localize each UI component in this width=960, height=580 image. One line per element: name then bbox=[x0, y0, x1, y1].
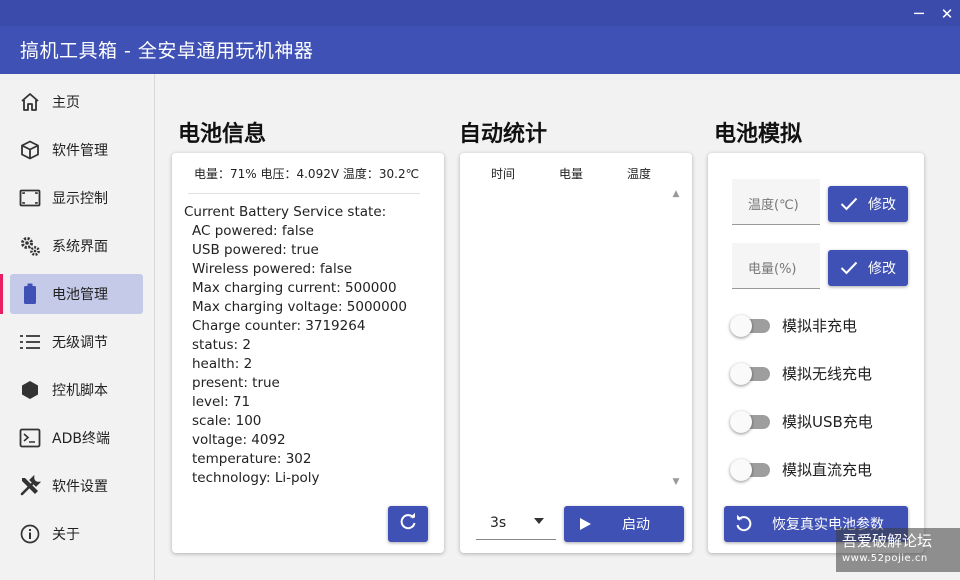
sidebar-item-scripts[interactable]: 控机脚本 bbox=[10, 370, 143, 410]
minimize-button[interactable]: ─ bbox=[906, 4, 932, 24]
modify-level-button[interactable]: 修改 bbox=[828, 250, 908, 286]
toggle-switch[interactable] bbox=[730, 363, 770, 385]
summary-divider bbox=[188, 193, 420, 194]
toggle-usb-charging[interactable]: 模拟USB充电 bbox=[730, 407, 873, 435]
sidebar-item-label: 无级调节 bbox=[52, 335, 108, 351]
app-title: 搞机工具箱 - 全安卓通用玩机神器 bbox=[20, 40, 314, 62]
sidebar-item-label: 软件设置 bbox=[52, 479, 108, 495]
level-field[interactable]: 电量(%) bbox=[732, 243, 820, 289]
column-header-time: 时间 bbox=[491, 167, 516, 181]
sidebar-item-label: 控机脚本 bbox=[52, 383, 108, 399]
battery-summary: 电量：71% 电压：4.092V 温度：30.2℃ bbox=[194, 167, 420, 181]
watermark-url: www.52pojie.cn bbox=[842, 553, 928, 564]
state-line: Max charging voltage: 5000000 bbox=[192, 299, 407, 315]
state-line: present: true bbox=[192, 375, 280, 391]
state-line: Current Battery Service state: bbox=[184, 204, 387, 220]
close-button[interactable]: ✕ bbox=[934, 4, 960, 24]
state-line: Max charging current: 500000 bbox=[192, 280, 397, 296]
sidebar-item-label: 显示控制 bbox=[52, 191, 108, 207]
sidebar-item-home[interactable]: 主页 bbox=[10, 82, 143, 122]
battery-info-card: 电量：71% 电压：4.092V 温度：30.2℃ Current Batter… bbox=[172, 153, 444, 553]
state-line: Charge counter: 3719264 bbox=[192, 318, 366, 334]
temperature-field[interactable]: 温度(℃) bbox=[732, 179, 820, 225]
state-line: technology: Li-poly bbox=[192, 470, 320, 486]
scroll-down-arrow[interactable]: ▼ bbox=[670, 477, 682, 487]
toggle-dc-charging[interactable]: 模拟直流充电 bbox=[730, 455, 872, 483]
screen-icon bbox=[19, 187, 41, 209]
check-icon bbox=[840, 261, 858, 275]
refresh-button[interactable] bbox=[388, 506, 428, 542]
sidebar-item-label: 主页 bbox=[52, 95, 80, 111]
toggle-label: 模拟USB充电 bbox=[782, 412, 873, 431]
modify-label: 修改 bbox=[868, 261, 896, 277]
list-icon bbox=[19, 331, 41, 353]
state-line: temperature: 302 bbox=[192, 451, 312, 467]
info-icon bbox=[19, 523, 41, 545]
toggle-label: 模拟直流充电 bbox=[782, 460, 873, 479]
start-button-label: 启动 bbox=[622, 517, 650, 533]
sidebar: 主页 软件管理 显示控制 系统界面 电池管理 无级调节 控机脚本 ADB终端 软… bbox=[0, 74, 155, 580]
watermark-text: 吾爱破解论坛 bbox=[842, 532, 933, 550]
toggle-not-charging[interactable]: 模拟非充电 bbox=[730, 311, 857, 339]
level-placeholder: 电量(%) bbox=[748, 262, 797, 277]
column-header-temperature: 温度 bbox=[627, 167, 652, 181]
sidebar-item-system-ui[interactable]: 系统界面 bbox=[10, 226, 143, 266]
battery-info-heading: 电池信息 bbox=[178, 122, 267, 147]
battery-icon bbox=[19, 283, 41, 305]
toggle-switch[interactable] bbox=[730, 315, 770, 337]
terminal-icon bbox=[19, 427, 41, 449]
sidebar-item-settings[interactable]: 软件设置 bbox=[10, 466, 143, 506]
sidebar-item-stepless[interactable]: 无级调节 bbox=[10, 322, 143, 362]
start-button[interactable]: 启动 bbox=[564, 506, 684, 542]
toggle-wireless-charging[interactable]: 模拟无线充电 bbox=[730, 359, 872, 387]
restore-icon bbox=[734, 514, 754, 534]
sidebar-item-about[interactable]: 关于 bbox=[10, 514, 143, 554]
sidebar-item-label: 系统界面 bbox=[52, 239, 108, 255]
interval-select[interactable]: 3s bbox=[476, 506, 556, 540]
state-line: health: 2 bbox=[192, 356, 253, 372]
gears-icon bbox=[19, 235, 41, 257]
state-line: USB powered: true bbox=[192, 242, 319, 258]
sidebar-item-adb-terminal[interactable]: ADB终端 bbox=[10, 418, 143, 458]
battery-state-text: Current Battery Service state: AC powere… bbox=[184, 203, 407, 488]
home-icon bbox=[19, 91, 41, 113]
tools-icon bbox=[19, 475, 41, 497]
package-icon bbox=[19, 139, 41, 161]
state-line: status: 2 bbox=[192, 337, 251, 353]
state-line: scale: 100 bbox=[192, 413, 262, 429]
state-line: Wireless powered: false bbox=[192, 261, 353, 277]
column-header-level: 电量 bbox=[559, 167, 584, 181]
toggle-switch[interactable] bbox=[730, 411, 770, 433]
auto-stats-card: 时间 电量 温度 ▲ ▼ bbox=[460, 153, 692, 553]
state-line: AC powered: false bbox=[192, 223, 314, 239]
sidebar-item-label: 关于 bbox=[52, 527, 80, 543]
play-icon bbox=[578, 517, 592, 531]
scroll-up-arrow[interactable]: ▲ bbox=[670, 189, 682, 199]
stats-scrollbar[interactable]: ▲ ▼ bbox=[670, 187, 682, 491]
watermark: 吾爱破解论坛 www.52pojie.cn bbox=[836, 528, 960, 572]
sidebar-item-label: 软件管理 bbox=[52, 143, 108, 159]
interval-value: 3s bbox=[490, 514, 507, 531]
refresh-icon bbox=[398, 512, 418, 536]
state-line: level: 71 bbox=[192, 394, 251, 410]
auto-stats-heading: 自动统计 bbox=[459, 122, 548, 147]
hexagon-icon bbox=[19, 379, 41, 401]
modify-temperature-button[interactable]: 修改 bbox=[828, 186, 908, 222]
toggle-switch[interactable] bbox=[730, 459, 770, 481]
chevron-down-icon bbox=[534, 518, 544, 524]
sidebar-item-label: 电池管理 bbox=[52, 287, 108, 303]
battery-sim-heading: 电池模拟 bbox=[714, 122, 803, 147]
toggle-label: 模拟无线充电 bbox=[782, 364, 873, 383]
state-line: voltage: 4092 bbox=[192, 432, 286, 448]
modify-label: 修改 bbox=[868, 197, 896, 213]
window-top-strip bbox=[0, 0, 960, 26]
check-icon bbox=[840, 197, 858, 211]
sidebar-item-display[interactable]: 显示控制 bbox=[10, 178, 143, 218]
toggle-label: 模拟非充电 bbox=[782, 316, 858, 335]
temperature-placeholder: 温度(℃) bbox=[748, 198, 799, 213]
sidebar-item-label: ADB终端 bbox=[52, 431, 110, 447]
sidebar-item-software[interactable]: 软件管理 bbox=[10, 130, 143, 170]
sidebar-item-battery[interactable]: 电池管理 bbox=[0, 274, 143, 314]
title-bar: 搞机工具箱 - 全安卓通用玩机神器 ─ ✕ bbox=[0, 0, 960, 74]
